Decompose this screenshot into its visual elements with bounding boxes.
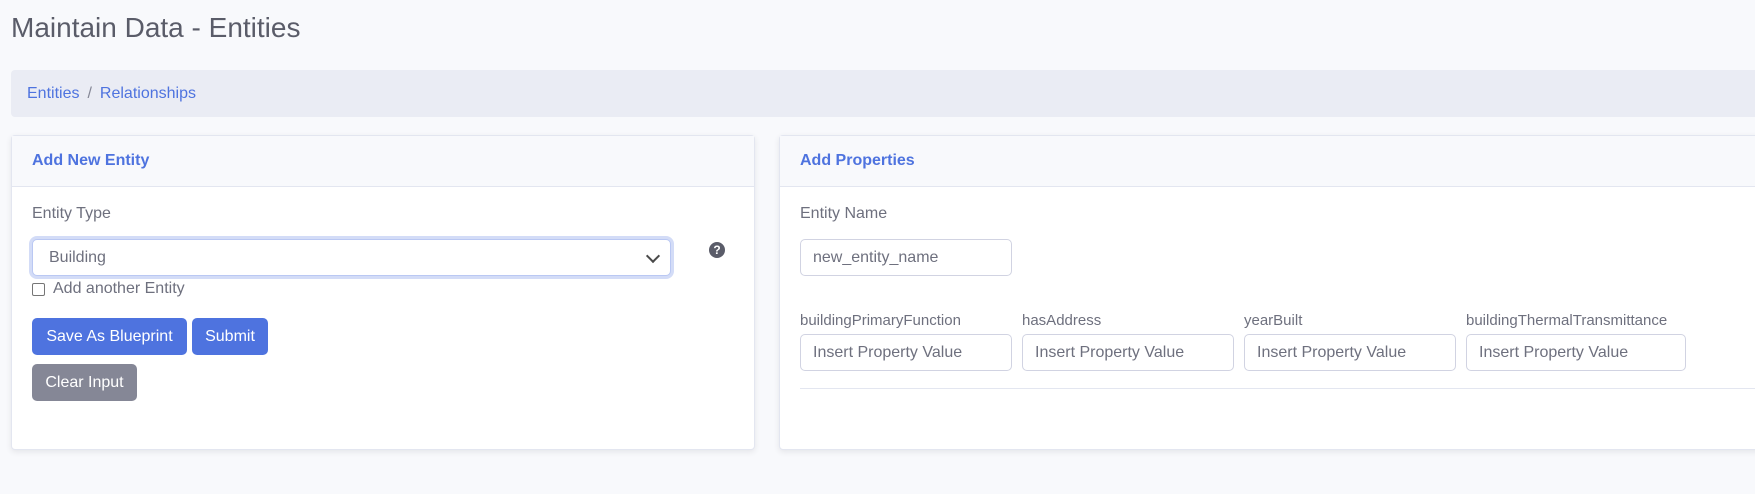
page-title: Maintain Data - Entities <box>11 12 301 43</box>
add-properties-header: Add Properties <box>780 136 1755 187</box>
entity-type-selected-value: Building <box>49 248 106 266</box>
add-another-entity-label: Add another Entity <box>53 280 185 297</box>
entity-type-label: Entity Type <box>32 205 111 222</box>
entity-name-label: Entity Name <box>800 205 888 222</box>
breadcrumb-entities-link[interactable]: Entities <box>27 85 79 103</box>
entity-type-select[interactable]: Building <box>32 239 671 276</box>
property-label-building-thermal-transmittance: buildingThermalTransmittance <box>1466 312 1668 329</box>
breadcrumb-relationships-link[interactable]: Relationships <box>100 85 196 103</box>
property-input-has-address[interactable]: Insert Property Value <box>1022 334 1234 371</box>
property-input-year-built[interactable]: Insert Property Value <box>1244 334 1456 371</box>
add-properties-card: Add Properties Entity Name new_entity_na… <box>779 135 1755 450</box>
property-input-building-thermal-transmittance[interactable]: Insert Property Value <box>1466 334 1686 371</box>
submit-button[interactable]: Submit <box>192 318 268 355</box>
property-label-has-address: hasAddress <box>1022 312 1102 329</box>
save-as-blueprint-button[interactable]: Save As Blueprint <box>32 318 187 355</box>
property-input-building-primary-function[interactable]: Insert Property Value <box>800 334 1012 371</box>
add-another-entity-row: Add another Entity <box>32 280 185 298</box>
property-label-year-built: yearBuilt <box>1244 312 1303 329</box>
property-label-building-primary-function: buildingPrimaryFunction <box>800 312 961 329</box>
add-entity-header: Add New Entity <box>12 136 754 187</box>
properties-divider <box>800 388 1755 389</box>
add-another-entity-checkbox[interactable] <box>32 282 45 296</box>
entity-name-input[interactable]: new_entity_name <box>800 239 1012 276</box>
clear-input-button[interactable]: Clear Input <box>32 364 137 401</box>
question-circle-icon[interactable]: ? <box>709 242 725 258</box>
breadcrumb: Entities / Relationships <box>11 70 1755 117</box>
add-entity-card: Add New Entity Entity Type Building ? Ad… <box>11 135 755 450</box>
chevron-down-icon <box>645 248 661 263</box>
breadcrumb-separator: / <box>87 84 92 102</box>
